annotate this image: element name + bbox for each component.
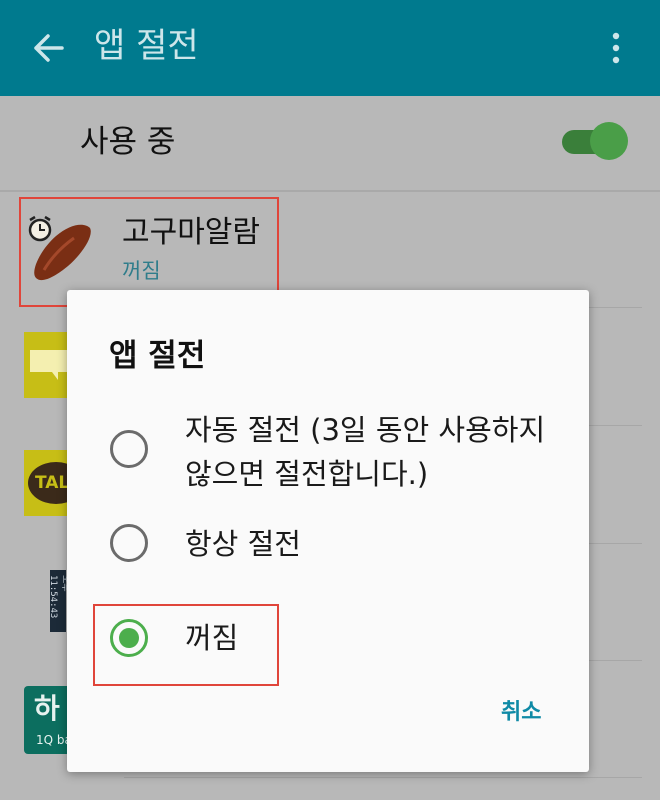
dialog-title: 앱 절전 (109, 338, 206, 374)
kakaotalk-icon[interactable]: TAL (24, 450, 68, 516)
clock-widget-icon[interactable]: 오후 11:54:43 (48, 570, 70, 632)
cancel-button[interactable]: 취소 (501, 698, 541, 728)
option-always-saving[interactable]: 항상 절전 (67, 512, 589, 576)
chat-bubble-icon (30, 350, 68, 380)
yellow-app-icon[interactable] (24, 332, 68, 398)
page-title: 앱 절전 (94, 26, 199, 66)
master-toggle[interactable] (560, 122, 628, 162)
master-switch-label: 사용 중 (80, 124, 176, 160)
bank-glyph: 하 (34, 692, 60, 725)
divider (0, 190, 660, 192)
power-saving-dialog: 앱 절전 자동 절전 (3일 동안 사용하지 않으면 절전합니다.) 항상 절전… (67, 290, 589, 772)
highlight-box-option (93, 604, 279, 686)
radio-auto-saving[interactable] (110, 430, 148, 468)
hana-bank-icon[interactable]: 하 1Q ba (24, 686, 72, 754)
option-auto-saving[interactable]: 자동 절전 (3일 동안 사용하지 않으면 절전합니다.) (67, 402, 589, 502)
option-auto-line1: 자동 절전 (3일 동안 사용하지 (185, 413, 546, 447)
app-bar: 앱 절전 (0, 0, 660, 96)
more-vert-icon[interactable] (604, 30, 628, 66)
toggle-thumb (590, 122, 628, 160)
arrow-left-icon[interactable] (28, 28, 68, 68)
option-auto-line2: 않으면 절전합니다.) (185, 457, 429, 491)
talk-badge-text: TAL (35, 473, 68, 493)
radio-always-saving[interactable] (110, 524, 148, 562)
row-divider (124, 777, 642, 778)
option-always-label: 항상 절전 (185, 527, 301, 561)
